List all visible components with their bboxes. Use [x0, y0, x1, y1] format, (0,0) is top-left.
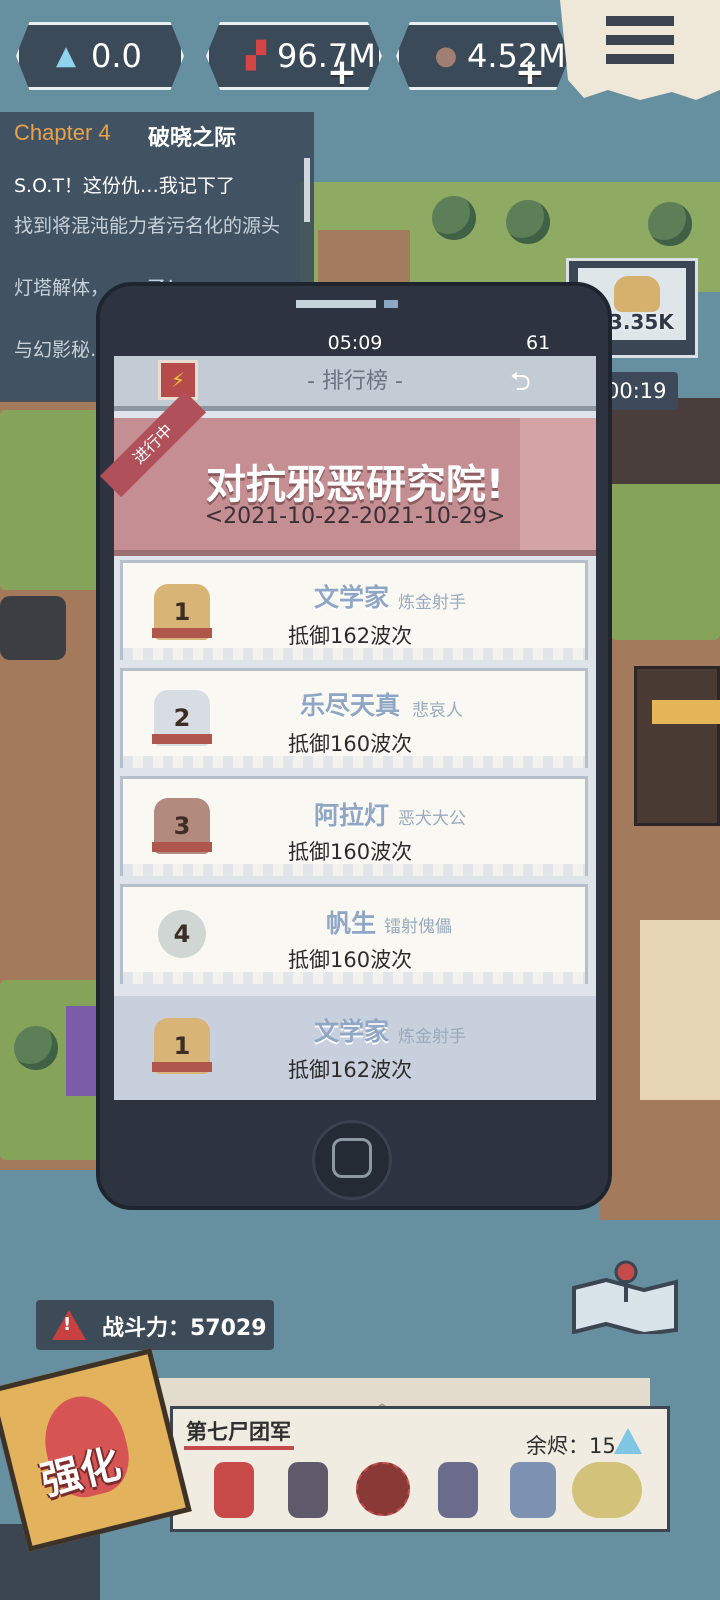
player-name: 阿拉灯 [314, 801, 390, 830]
medal-ribbon [152, 734, 212, 744]
hamburger-menu-icon[interactable] [606, 16, 674, 76]
add-ore-plus-icon[interactable]: + [515, 52, 545, 90]
unit-beast-icon[interactable] [572, 1462, 642, 1518]
player-title: 炼金射手 [398, 593, 466, 613]
player-title: 恶犬大公 [398, 809, 466, 829]
purple-unit [66, 1006, 100, 1096]
ember-count: 余烬：15 [526, 1434, 616, 1458]
quest-chapter-title: 破晓之际 [148, 126, 237, 151]
tower-building [612, 398, 720, 484]
player-title: 镭射傀儡 [384, 917, 452, 937]
shop-building [634, 666, 720, 826]
add-gems-plus-icon[interactable]: + [327, 52, 357, 90]
phone-status-time: 05:09 [114, 330, 596, 356]
dirt-patch [318, 230, 410, 286]
tree-icon [648, 202, 692, 246]
unit-fire-icon[interactable] [356, 1462, 410, 1516]
quest-line[interactable]: 找到将混沌能力者污名化的源头 [14, 216, 299, 236]
player-score: 抵御160波次 [288, 948, 413, 972]
grass-left [0, 410, 100, 590]
turret-building [0, 596, 66, 660]
gem-cluster-icon: ▞ [246, 41, 266, 71]
medal-ribbon [152, 628, 212, 638]
phone-camera [384, 300, 398, 308]
phone-status-battery: 61 [526, 332, 551, 354]
player-name: 文学家 [314, 583, 390, 612]
back-arrow-icon[interactable]: ⮌ [510, 368, 558, 396]
map-pin-icon[interactable] [570, 1260, 680, 1334]
player-score: 抵御160波次 [288, 732, 413, 756]
resource-gems[interactable]: ▞ 96.7M + [206, 22, 382, 90]
player-name: 乐尽天真 [300, 691, 401, 720]
my-player-title: 炼金射手 [398, 1027, 466, 1047]
player-score: 抵御160波次 [288, 840, 413, 864]
diamond-icon: ▲ [56, 41, 76, 71]
coin-sack-icon [614, 276, 660, 312]
grass-right [610, 470, 720, 640]
phone-speaker [296, 300, 376, 308]
team-name-underline [184, 1446, 294, 1450]
medal-ribbon [152, 1062, 212, 1072]
quest-chapter: Chapter 4 [14, 120, 111, 145]
unit-apple-icon[interactable] [214, 1462, 254, 1518]
tree-icon [432, 196, 476, 240]
shop-sign [652, 700, 720, 724]
chest-timer-value: 00:19 [606, 379, 667, 403]
quest-line[interactable]: S.O.T！这份仇…我记下了 [14, 176, 299, 196]
tree-icon [14, 1026, 58, 1070]
rank-badge-icon: 4 [158, 910, 206, 958]
combat-power-label: 战斗力：57029 [102, 1316, 267, 1341]
warning-mark: ! [63, 1314, 72, 1335]
player-name: 帆生 [326, 909, 377, 938]
player-title: 悲哀人 [412, 701, 463, 721]
event-title: 对抗邪恶研究院! [205, 462, 505, 508]
ore-icon: ● [434, 41, 458, 71]
medal-ribbon [152, 842, 212, 852]
tree-icon [506, 200, 550, 244]
team-name: 第七尸团军 [186, 1420, 291, 1444]
resource-diamond-value: 0.0 [91, 37, 142, 75]
unit-cop-icon[interactable] [438, 1462, 478, 1518]
resource-ore[interactable]: ● 4.52M + [396, 22, 570, 90]
sand-right [640, 920, 720, 1100]
my-player-name: 文学家 [314, 1017, 390, 1046]
unit-hooded-icon[interactable] [288, 1462, 328, 1518]
event-date: <2021-10-22-2021-10-29> [204, 504, 506, 529]
quest-scrollbar[interactable] [304, 158, 310, 222]
home-button-icon [332, 1138, 372, 1178]
my-player-score: 抵御162波次 [288, 1058, 413, 1082]
unit-squid-icon[interactable] [510, 1462, 556, 1518]
resource-diamond[interactable]: ▲ 0.0 [16, 22, 184, 90]
player-score: 抵御162波次 [288, 624, 413, 648]
